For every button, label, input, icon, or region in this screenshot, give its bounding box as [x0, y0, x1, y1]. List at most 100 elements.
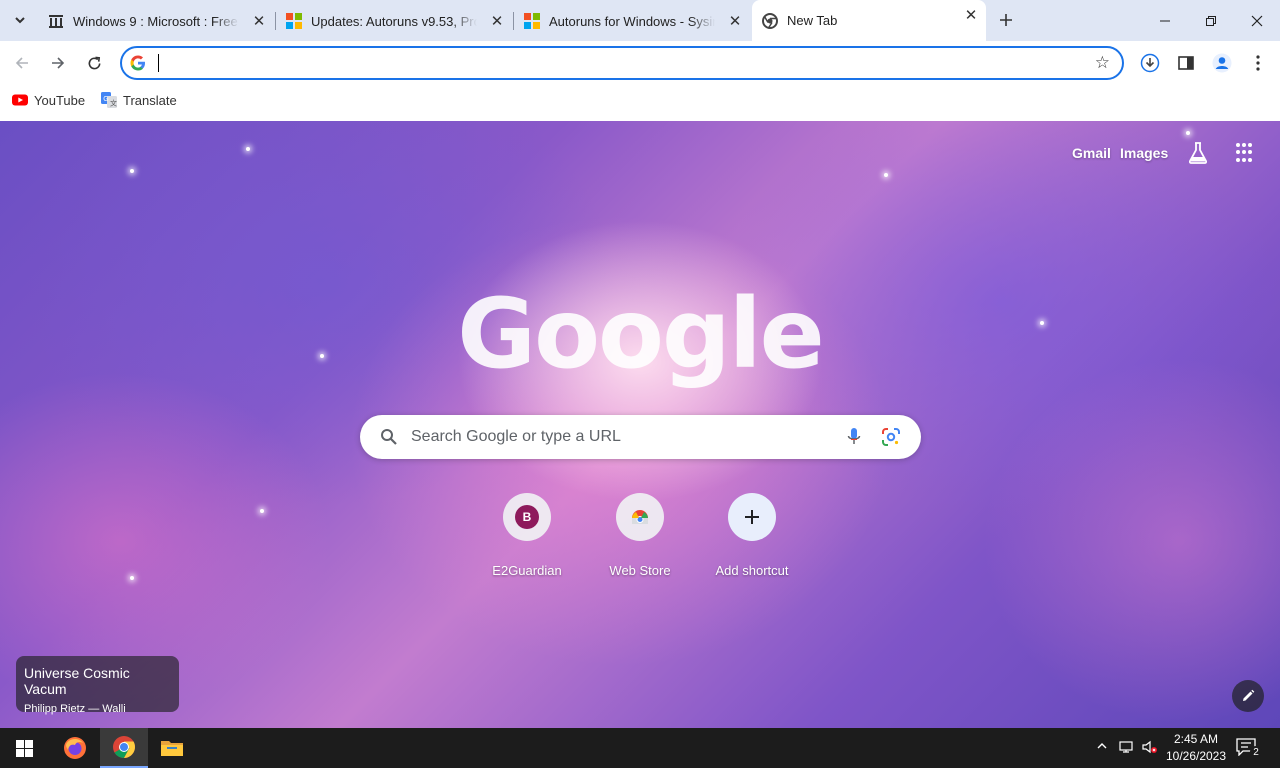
chrome-icon [113, 736, 135, 758]
reload-icon [88, 56, 100, 69]
close-icon[interactable]: ✕ [488, 12, 506, 30]
shortcut-tile [616, 493, 664, 541]
taskbar-chrome[interactable] [100, 728, 148, 768]
text-caret [158, 54, 159, 72]
bookmark-label: Translate [123, 92, 177, 108]
search-placeholder: Search Google or type a URL [411, 428, 621, 445]
action-center-button[interactable]: 2 [1236, 738, 1262, 760]
toolbar: ☆ [0, 41, 1280, 85]
shortcut-label: E2Guardian [492, 563, 562, 578]
chrome-icon [762, 12, 778, 29]
background-star [130, 169, 134, 173]
volume-muted-icon [1142, 740, 1157, 754]
close-icon [1251, 15, 1263, 26]
bookmark-translate[interactable]: G文 Translate [101, 92, 177, 108]
translate-icon: G文 [101, 92, 117, 108]
google-logo: Google [457, 278, 824, 390]
clock-time: 2:45 AM [1173, 732, 1219, 746]
reload-button[interactable] [80, 49, 108, 77]
forward-button[interactable] [44, 49, 72, 77]
plus-icon [745, 510, 759, 524]
add-shortcut-button[interactable]: Add shortcut [696, 493, 808, 578]
background-star [884, 173, 888, 177]
microsoft-icon [286, 13, 302, 29]
taskbar-firefox[interactable] [51, 728, 99, 768]
shortcut-label: Web Store [609, 563, 671, 578]
google-apps-icon[interactable] [1236, 143, 1256, 163]
more-vert-icon [1256, 55, 1260, 71]
pencil-icon [1243, 689, 1255, 701]
tab-autoruns-updates[interactable]: Updates: Autoruns v9.53, Process ✕ [276, 6, 512, 36]
close-icon[interactable]: ✕ [726, 12, 744, 30]
start-button[interactable] [0, 728, 48, 768]
background-star [130, 576, 134, 580]
shortcut-tile: B [503, 493, 551, 541]
background-star [1186, 131, 1190, 135]
svg-text:文: 文 [110, 99, 117, 108]
shortcut-tile [728, 493, 776, 541]
notification-count: 2 [1250, 746, 1262, 758]
tab-new-tab[interactable]: New Tab ✕ [752, 0, 986, 41]
download-icon [1140, 53, 1160, 73]
firefox-icon [64, 737, 86, 759]
close-window-button[interactable] [1234, 0, 1280, 41]
restore-button[interactable] [1188, 0, 1234, 41]
background-attribution[interactable]: Universe Cosmic Vacum Philipp Rietz — Wa… [16, 656, 179, 715]
new-tab-page: Gmail Images Google Search Google or typ… [0, 121, 1280, 728]
tab-autoruns-sysinternals[interactable]: Autoruns for Windows - Sysinternals ✕ [514, 6, 750, 36]
ntp-search-box[interactable]: Search Google or type a URL [360, 415, 921, 459]
new-tab-button[interactable] [994, 8, 1018, 32]
archive-icon [49, 15, 63, 28]
close-icon[interactable]: ✕ [962, 6, 980, 24]
microsoft-icon [524, 13, 540, 29]
folder-icon [161, 741, 183, 756]
profile-button[interactable] [1210, 51, 1234, 75]
customize-chrome-button[interactable] [1232, 680, 1264, 712]
voice-search-icon[interactable] [846, 427, 862, 447]
network-status[interactable] [1118, 740, 1134, 757]
volume-status[interactable] [1142, 740, 1158, 757]
minimize-icon [1160, 20, 1170, 21]
tab-title: Autoruns for Windows - Sysinternals [549, 13, 715, 29]
google-lens-icon[interactable] [881, 427, 901, 447]
tab-windows-9[interactable]: Windows 9 : Microsoft : Free Download, B… [38, 6, 274, 36]
address-bar[interactable]: ☆ [120, 46, 1124, 80]
tray-overflow-button[interactable] [1096, 740, 1108, 755]
minimize-button[interactable] [1142, 0, 1188, 41]
bookmark-youtube[interactable]: YouTube [12, 92, 85, 108]
taskbar-file-explorer[interactable] [148, 728, 196, 768]
plus-icon [1000, 14, 1012, 26]
bookmark-star-icon[interactable]: ☆ [1095, 53, 1110, 73]
shortcut-e2guardian[interactable]: B E2Guardian [471, 493, 583, 578]
background-star [246, 147, 250, 151]
shortcut-label: Add shortcut [715, 563, 789, 578]
gmail-link[interactable]: Gmail [1072, 145, 1111, 161]
back-arrow-icon [15, 57, 28, 69]
youtube-icon [12, 94, 28, 106]
attribution-author: Philipp Rietz — Walli [24, 703, 126, 715]
google-g-icon [130, 55, 145, 71]
labs-flask-icon[interactable] [1186, 141, 1210, 165]
downloads-button[interactable] [1138, 51, 1162, 75]
shortcut-initial: B [515, 505, 539, 529]
taskbar-clock[interactable]: 2:45 AM 10/26/2023 [1162, 731, 1230, 765]
menu-button[interactable] [1246, 51, 1270, 75]
chevron-up-icon [1097, 743, 1107, 749]
shortcut-web-store[interactable]: Web Store [584, 493, 696, 578]
side-panel-icon [1178, 56, 1194, 70]
background-star [260, 509, 264, 513]
side-panel-button[interactable] [1174, 51, 1198, 75]
tab-search-button[interactable] [6, 6, 34, 34]
address-input[interactable] [156, 53, 1056, 73]
close-icon[interactable]: ✕ [250, 12, 268, 30]
tab-strip: Windows 9 : Microsoft : Free Download, B… [0, 0, 1280, 41]
taskbar: 2:45 AM 10/26/2023 2 [0, 728, 1280, 768]
chevron-down-icon [15, 17, 25, 24]
windows-icon [15, 739, 33, 757]
profile-icon [1212, 53, 1232, 73]
svg-text:G: G [103, 96, 108, 103]
back-button[interactable] [8, 49, 36, 77]
restore-icon [1206, 15, 1216, 26]
search-icon [381, 429, 397, 445]
images-link[interactable]: Images [1120, 145, 1168, 161]
